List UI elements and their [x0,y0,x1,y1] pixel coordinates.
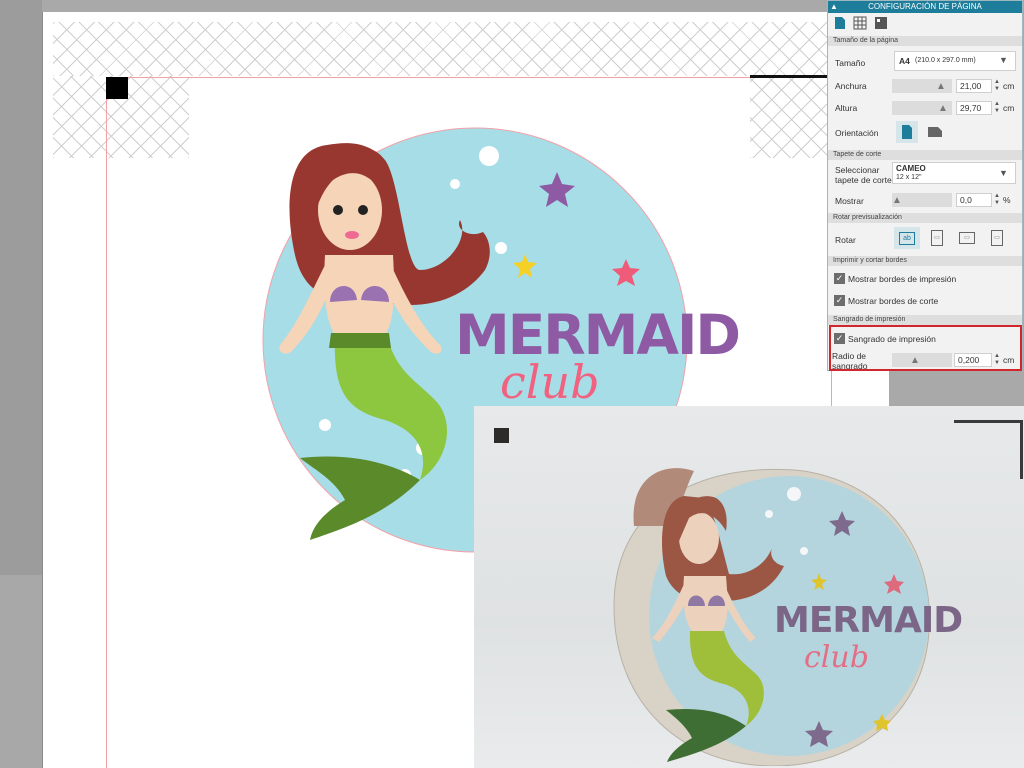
cut-border-top [106,77,831,78]
select-mat-label-2: tapete de corte [835,175,892,185]
show-print-borders-checkbox[interactable]: ✓ [834,273,845,284]
right-eye [358,205,368,215]
mat-spinner-icon[interactable]: ▲ ▼ [993,193,1001,207]
width-slider-thumb-icon[interactable]: ▲ [936,81,946,92]
rotate-label: Rotar [835,235,856,245]
panel-title: CONFIGURACIÓN DE PÁGINA [828,1,1022,13]
size-detail: (210.0 x 297.0 mm) [915,57,976,64]
section-print-bleed: Sangrado de impresión [828,315,1022,325]
width-slider[interactable]: ▲ [892,79,952,93]
section-page-size: Tamaño de la página [828,36,1022,46]
page-setup-panel: CONFIGURACIÓN DE PÁGINA ▲ Tamaño de la p… [827,0,1023,371]
section-rotate-preview: Rotar previsualización [828,213,1022,223]
orientation-landscape-button[interactable] [924,121,946,143]
select-mat-label-1: Seleccionar [835,165,880,175]
mat-name: CAMEO [896,164,926,173]
printed-result-photo: MERMAID club [474,406,1024,768]
show-mat-label: Mostrar [835,196,864,206]
registration-mark-line [750,75,830,78]
size-value: A4 [899,56,910,66]
rotate-90-button[interactable]: ▭ [926,227,948,249]
photo-registration-corner [954,420,1023,479]
cutting-mat-dropdown[interactable]: CAMEO 12 x 12" ▼ [892,162,1016,184]
mat-opacity-input[interactable]: 0,0 [956,193,992,207]
section-print-cut-borders: Imprimir y cortar bordes [828,256,1022,266]
no-print-zone-corner-right [750,76,833,158]
section-cutting-mat: Tapete de corte [828,150,1022,160]
ruler-strip-lower [0,575,42,768]
height-unit: cm [1003,103,1015,113]
size-label: Tamaño [835,58,866,68]
page-tab-icon[interactable] [833,16,847,30]
rotate-180-button[interactable]: ▭ [956,227,978,249]
width-input[interactable]: 21,00 [956,79,992,93]
photo-registration-square [494,428,509,443]
height-label: Altura [835,103,858,113]
orientation-label: Orientación [835,128,879,138]
landscape-icon [928,127,942,137]
rotate-270-button[interactable]: ▭ [986,227,1008,249]
cut-border-left [106,77,107,768]
rotate-0-icon: ab [899,232,915,245]
height-spinner-icon[interactable]: ▲ ▼ [993,101,1001,115]
height-slider[interactable]: ▲ [892,101,952,115]
height-input[interactable]: 29,70 [956,101,992,115]
lips [345,231,359,239]
mat-unit: % [1003,195,1011,205]
no-print-zone-top [53,22,833,76]
show-cut-borders-label[interactable]: Mostrar bordes de corte [848,296,938,306]
rotate-180-icon: ▭ [959,232,975,244]
bubble-2 [450,179,460,189]
collapse-caret-icon[interactable]: ▲ [830,1,840,13]
width-label: Anchura [835,81,867,91]
width-spinner-icon[interactable]: ▲ ▼ [993,79,1001,93]
registration-tab-icon[interactable] [874,16,888,30]
rotate-90-icon: ▭ [931,230,943,246]
registration-mark-square [106,77,128,99]
dropdown-arrow-icon: ▼ [999,55,1008,65]
waistband [329,333,391,348]
width-unit: cm [1003,81,1015,91]
rotate-0-button[interactable]: ab [894,227,920,249]
size-dropdown[interactable]: A4 (210.0 x 297.0 mm) ▼ [894,51,1016,71]
orientation-portrait-button[interactable] [896,121,918,143]
bubble-1 [479,146,499,166]
design-subtitle-text: club [500,355,600,409]
portrait-icon [902,125,912,139]
mat-size: 12 x 12" [896,174,922,181]
photo-subtitle-text: club [804,640,869,675]
mat-dropdown-arrow-icon: ▼ [999,168,1008,178]
grid-tab-icon[interactable] [853,16,867,30]
mat-slider-thumb-icon[interactable]: ▲ [892,195,902,206]
print-bleed-highlight [829,325,1022,371]
show-print-borders-label[interactable]: Mostrar bordes de impresión [848,274,956,284]
show-cut-borders-checkbox[interactable]: ✓ [834,295,845,306]
bubble-4 [319,419,331,431]
height-slider-thumb-icon[interactable]: ▲ [938,103,948,114]
left-eye [333,205,343,215]
mat-opacity-slider[interactable]: ▲ [892,193,952,207]
bubble-3 [495,242,507,254]
rotate-270-icon: ▭ [991,230,1003,246]
